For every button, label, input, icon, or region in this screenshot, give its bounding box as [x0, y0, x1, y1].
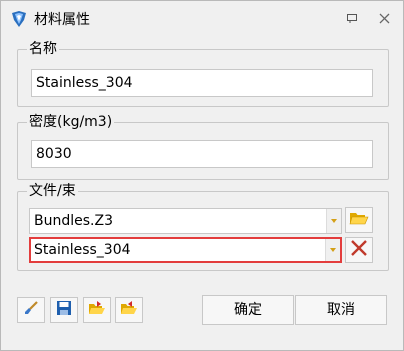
material-select[interactable]: Stainless_304: [29, 237, 342, 263]
export-button[interactable]: [115, 297, 143, 323]
material-app-icon: [10, 10, 28, 28]
title-bar: 材料属性: [1, 1, 403, 36]
folder-open-icon: [349, 210, 369, 230]
paint-brush-button[interactable]: [17, 297, 45, 323]
bundle-select-value: Bundles.Z3: [34, 213, 113, 229]
file-bundle-label: 文件/束: [27, 182, 78, 200]
density-label: 密度(kg/m3): [27, 113, 115, 131]
chevron-down-icon[interactable]: [325, 239, 340, 261]
name-field[interactable]: Stainless_304: [31, 69, 373, 97]
material-select-value: Stainless_304: [34, 242, 131, 258]
browse-folder-button[interactable]: [345, 207, 373, 233]
bundle-select[interactable]: Bundles.Z3: [29, 208, 342, 234]
material-properties-dialog: 材料属性 名称 Stainless_304 密度(kg/m3) 8030 文件/…: [0, 0, 404, 351]
pin-icon[interactable]: [345, 11, 359, 25]
file-bundle-group: 文件/束 Bundles.Z3 Stainless_304: [17, 182, 389, 271]
delete-x-icon: [350, 239, 368, 261]
window-title: 材料属性: [34, 12, 90, 28]
close-icon[interactable]: [377, 11, 391, 25]
delete-material-button[interactable]: [345, 237, 373, 263]
cancel-button[interactable]: 取消: [295, 295, 387, 325]
chevron-down-icon[interactable]: [326, 209, 341, 233]
import-folder-icon: [88, 300, 106, 320]
density-field[interactable]: 8030: [31, 140, 373, 168]
density-group: 密度(kg/m3) 8030: [17, 113, 389, 180]
name-label: 名称: [27, 40, 59, 58]
paint-brush-icon: [23, 300, 39, 320]
save-icon: [56, 300, 72, 320]
ok-button[interactable]: 确定: [202, 295, 294, 325]
export-folder-icon: [120, 300, 138, 320]
save-button[interactable]: [50, 297, 78, 323]
import-button[interactable]: [83, 297, 111, 323]
name-group: 名称 Stainless_304: [17, 40, 389, 107]
